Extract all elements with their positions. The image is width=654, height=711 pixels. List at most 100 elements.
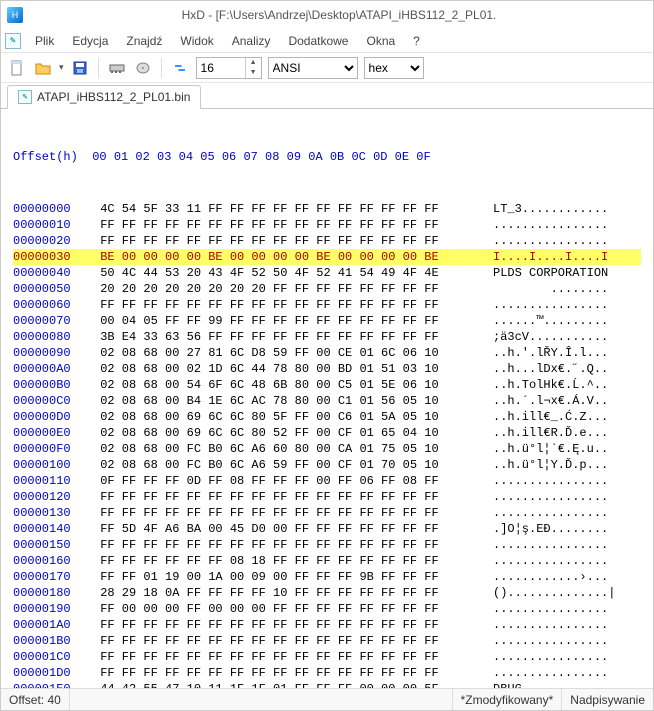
hex-ascii[interactable]: ................ <box>493 233 641 249</box>
hex-row[interactable]: 00000020 FF FF FF FF FF FF FF FF FF FF F… <box>13 233 641 249</box>
hex-ascii[interactable]: ..h.ü°l¦Y.Ď.p... <box>493 457 641 473</box>
menu-help[interactable]: ? <box>405 32 428 50</box>
hex-row[interactable]: 00000090 02 08 68 00 27 81 6C D8 59 FF 0… <box>13 345 641 361</box>
hex-ascii[interactable]: ................ <box>493 489 641 505</box>
hex-bytes[interactable]: FF 00 00 00 FF 00 00 00 FF FF FF FF FF F… <box>93 601 493 617</box>
encoding-select[interactable]: ANSI <box>268 57 358 79</box>
hex-bytes[interactable]: FF FF FF FF FF FF FF FF FF FF FF FF FF F… <box>93 633 493 649</box>
hex-row[interactable]: 00000010 FF FF FF FF FF FF FF FF FF FF F… <box>13 217 641 233</box>
spin-up[interactable]: ▲ <box>245 58 261 68</box>
hex-ascii[interactable]: ........ <box>493 281 641 297</box>
hex-row[interactable]: 00000100 02 08 68 00 FC B0 6C A6 59 FF 0… <box>13 457 641 473</box>
spin-down[interactable]: ▼ <box>245 68 261 78</box>
hex-ascii[interactable]: ..h.ü°l¦`€.Ę.u.. <box>493 441 641 457</box>
bytes-per-row-spinner[interactable]: ▲▼ <box>196 57 262 79</box>
hex-ascii[interactable]: ................ <box>493 217 641 233</box>
open-file-button[interactable] <box>33 58 53 78</box>
hex-bytes[interactable]: FF FF FF FF FF FF FF FF FF FF FF FF FF F… <box>93 649 493 665</box>
bytes-per-row-input[interactable] <box>197 58 245 78</box>
hex-bytes[interactable]: 28 29 18 0A FF FF FF FF 10 FF FF FF FF F… <box>93 585 493 601</box>
hex-bytes[interactable]: BE 00 00 00 00 BE 00 00 00 00 BE 00 00 0… <box>93 249 493 265</box>
menu-edit[interactable]: Edycja <box>64 32 116 50</box>
hex-bytes[interactable]: 02 08 68 00 B4 1E 6C AC 78 80 00 C1 01 5… <box>93 393 493 409</box>
hex-row[interactable]: 000001E0 44 42 55 47 10 11 1F 1F 01 FF F… <box>13 681 641 688</box>
hex-row[interactable]: 000001B0 FF FF FF FF FF FF FF FF FF FF F… <box>13 633 641 649</box>
hex-row[interactable]: 00000040 50 4C 44 53 20 43 4F 52 50 4F 5… <box>13 265 641 281</box>
hex-bytes[interactable]: 3B E4 33 63 56 FF FF FF FF FF FF FF FF F… <box>93 329 493 345</box>
hex-ascii[interactable]: ................ <box>493 297 641 313</box>
menu-windows[interactable]: Okna <box>358 32 403 50</box>
hex-bytes[interactable]: 02 08 68 00 69 6C 6C 80 5F FF 00 C6 01 5… <box>93 409 493 425</box>
menu-view[interactable]: Widok <box>172 32 221 50</box>
hex-row[interactable]: 00000170 FF FF 01 19 00 1A 00 09 00 FF F… <box>13 569 641 585</box>
hex-editor[interactable]: Offset(h) 00 01 02 03 04 05 06 07 08 09 … <box>1 109 653 688</box>
new-file-button[interactable] <box>7 58 27 78</box>
hex-row[interactable]: 000000D0 02 08 68 00 69 6C 6C 80 5F FF 0… <box>13 409 641 425</box>
hex-row[interactable]: 000001A0 FF FF FF FF FF FF FF FF FF FF F… <box>13 617 641 633</box>
hex-bytes[interactable]: FF FF FF FF FF FF 08 18 FF FF FF FF FF F… <box>93 553 493 569</box>
hex-bytes[interactable]: FF FF FF FF FF FF FF FF FF FF FF FF FF F… <box>93 665 493 681</box>
hex-bytes[interactable]: FF FF FF FF FF FF FF FF FF FF FF FF FF F… <box>93 233 493 249</box>
menu-extras[interactable]: Dodatkowe <box>280 32 356 50</box>
hex-bytes[interactable]: FF FF FF FF FF FF FF FF FF FF FF FF FF F… <box>93 505 493 521</box>
hex-row[interactable]: 00000050 20 20 20 20 20 20 20 20 FF FF F… <box>13 281 641 297</box>
hex-bytes[interactable]: FF FF FF FF FF FF FF FF FF FF FF FF FF F… <box>93 537 493 553</box>
hex-bytes[interactable]: 02 08 68 00 69 6C 6C 80 52 FF 00 CF 01 6… <box>93 425 493 441</box>
hex-row[interactable]: 00000060 FF FF FF FF FF FF FF FF FF FF F… <box>13 297 641 313</box>
hex-bytes[interactable]: 02 08 68 00 FC B0 6C A6 59 FF 00 CF 01 7… <box>93 457 493 473</box>
menu-analysis[interactable]: Analizy <box>224 32 279 50</box>
hex-ascii[interactable]: ..h.ill€_.Ć.Z... <box>493 409 641 425</box>
hex-row[interactable]: 00000110 0F FF FF FF 0D FF 08 FF FF FF 0… <box>13 473 641 489</box>
hex-ascii[interactable]: ..h.TolHk€.Ĺ.^.. <box>493 377 641 393</box>
hex-row[interactable]: 000000E0 02 08 68 00 69 6C 6C 80 52 FF 0… <box>13 425 641 441</box>
hex-ascii[interactable]: ..h.'.lŘY.Î.l... <box>493 345 641 361</box>
save-button[interactable] <box>70 58 90 78</box>
base-select[interactable]: hex <box>364 57 424 79</box>
hex-bytes[interactable]: 02 08 68 00 FC B0 6C A6 60 80 00 CA 01 7… <box>93 441 493 457</box>
hex-bytes[interactable]: FF FF FF FF FF FF FF FF FF FF FF FF FF F… <box>93 489 493 505</box>
hex-bytes[interactable]: 4C 54 5F 33 11 FF FF FF FF FF FF FF FF F… <box>93 201 493 217</box>
hex-row[interactable]: 00000150 FF FF FF FF FF FF FF FF FF FF F… <box>13 537 641 553</box>
hex-row[interactable]: 00000180 28 29 18 0A FF FF FF FF 10 FF F… <box>13 585 641 601</box>
hex-bytes[interactable]: 50 4C 44 53 20 43 4F 52 50 4F 52 41 54 4… <box>93 265 493 281</box>
hex-bytes[interactable]: FF FF 01 19 00 1A 00 09 00 FF FF FF 9B F… <box>93 569 493 585</box>
menu-find[interactable]: Znajdź <box>118 32 170 50</box>
hex-bytes[interactable]: 0F FF FF FF 0D FF 08 FF FF FF 00 FF 06 F… <box>93 473 493 489</box>
hex-ascii[interactable]: .]O¦ş.EĐ........ <box>493 521 641 537</box>
hex-row[interactable]: 00000130 FF FF FF FF FF FF FF FF FF FF F… <box>13 505 641 521</box>
hex-row[interactable]: 00000140 FF 5D 4F A6 BA 00 45 D0 00 FF F… <box>13 521 641 537</box>
hex-bytes[interactable]: 02 08 68 00 54 6F 6C 48 6B 80 00 C5 01 5… <box>93 377 493 393</box>
hex-bytes[interactable]: FF FF FF FF FF FF FF FF FF FF FF FF FF F… <box>93 217 493 233</box>
hex-row[interactable]: 000000F0 02 08 68 00 FC B0 6C A6 60 80 0… <box>13 441 641 457</box>
hex-row[interactable]: 000001C0 FF FF FF FF FF FF FF FF FF FF F… <box>13 649 641 665</box>
hex-ascii[interactable]: ;ä3cV........... <box>493 329 641 345</box>
hex-ascii[interactable]: ..h.ill€R.Ď.e... <box>493 425 641 441</box>
disk-icon[interactable] <box>133 58 153 78</box>
hex-row[interactable]: 000000B0 02 08 68 00 54 6F 6C 48 6B 80 0… <box>13 377 641 393</box>
hex-row[interactable]: 00000070 00 04 05 FF FF 99 FF FF FF FF F… <box>13 313 641 329</box>
hex-row[interactable]: 000000C0 02 08 68 00 B4 1E 6C AC 78 80 0… <box>13 393 641 409</box>
hex-row[interactable]: 00000000 4C 54 5F 33 11 FF FF FF FF FF F… <box>13 201 641 217</box>
hex-ascii[interactable]: ................ <box>493 617 641 633</box>
hex-bytes[interactable]: FF 5D 4F A6 BA 00 45 D0 00 FF FF FF FF F… <box>93 521 493 537</box>
hex-ascii[interactable]: ..h...lDx€.˝.Q.. <box>493 361 641 377</box>
hex-row[interactable]: 00000030 BE 00 00 00 00 BE 00 00 00 00 B… <box>13 249 641 265</box>
hex-ascii[interactable]: ................ <box>493 601 641 617</box>
hex-ascii[interactable]: ................ <box>493 505 641 521</box>
hex-bytes[interactable]: 44 42 55 47 10 11 1F 1F 01 FF FF FF 00 0… <box>93 681 493 688</box>
file-icon[interactable]: ✎ <box>5 33 21 49</box>
file-tab[interactable]: ✎ ATAPI_iHBS112_2_PL01.bin <box>7 85 201 109</box>
hex-ascii[interactable]: ()..............| <box>493 585 641 601</box>
hex-bytes[interactable]: FF FF FF FF FF FF FF FF FF FF FF FF FF F… <box>93 297 493 313</box>
hex-ascii[interactable]: ............›... <box>493 569 641 585</box>
hex-ascii[interactable]: ................ <box>493 473 641 489</box>
hex-row[interactable]: 00000190 FF 00 00 00 FF 00 00 00 FF FF F… <box>13 601 641 617</box>
hex-ascii[interactable]: ......™......... <box>493 313 641 329</box>
hex-bytes[interactable]: 20 20 20 20 20 20 20 20 FF FF FF FF FF F… <box>93 281 493 297</box>
hex-ascii[interactable]: I....I....I....I <box>493 249 641 265</box>
hex-ascii[interactable]: ................ <box>493 537 641 553</box>
hex-row[interactable]: 00000120 FF FF FF FF FF FF FF FF FF FF F… <box>13 489 641 505</box>
menu-file[interactable]: Plik <box>27 32 62 50</box>
hex-ascii[interactable]: ..h.´.l¬x€.Á.V.. <box>493 393 641 409</box>
hex-ascii[interactable]: ................ <box>493 649 641 665</box>
